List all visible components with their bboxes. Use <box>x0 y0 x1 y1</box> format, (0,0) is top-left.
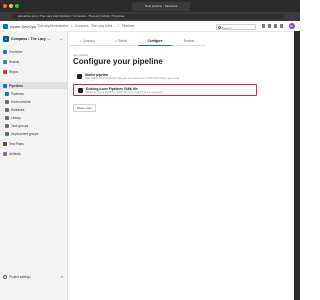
sidebar-item-label: Artifacts <box>9 151 21 156</box>
sidebar-item-pipelines[interactable]: Pipelines <box>0 90 67 97</box>
rocket-icon <box>5 91 9 96</box>
breadcrumb: TheLazyAdministrator / Compass - The Laz… <box>37 24 135 29</box>
wizard-tabs: ✓ Connect ✓ Select Configure Review <box>70 39 206 46</box>
breadcrumb-org[interactable]: TheLazyAdministrator <box>37 24 68 29</box>
boards-icon <box>3 59 7 64</box>
option-description: Select an Azure Pipelines YAML file in a… <box>86 91 164 94</box>
pipelines-icon <box>3 83 7 88</box>
breadcrumb-separator: / <box>117 24 119 28</box>
add-icon[interactable]: + <box>60 37 62 42</box>
window-controls <box>3 4 19 8</box>
sidebar-item-deployment-groups[interactable]: Deployment groups <box>0 130 67 137</box>
yaml-file-icon <box>78 88 83 93</box>
sidebar-item-task-groups[interactable]: Task groups <box>0 122 67 129</box>
header-icons <box>262 24 283 28</box>
sidebar-item-label: Library <box>11 115 21 120</box>
page-title: Configure your pipeline <box>73 57 163 66</box>
browser-titlebar: New pipeline - Pipelines <box>0 0 300 12</box>
sidebar-item-environments[interactable]: Environments <box>0 98 67 105</box>
releases-icon <box>5 107 9 112</box>
sidebar-item-releases[interactable]: Releases <box>0 106 67 113</box>
sidebar-item-label: Pipelines <box>11 91 24 96</box>
pipeline-icon <box>77 74 82 79</box>
search-input[interactable]: Search <box>216 24 256 30</box>
tab-select[interactable]: ✓ Select <box>104 39 138 46</box>
sidebar-item-overview[interactable]: Overview <box>0 48 67 55</box>
project-selector[interactable]: C Compass - The Lazy ... <box>3 36 50 42</box>
overview-icon <box>3 49 7 54</box>
user-settings-icon[interactable] <box>280 24 283 28</box>
tab-configure[interactable]: Configure <box>138 39 172 46</box>
show-more-button[interactable]: Show more <box>73 104 96 112</box>
project-settings-label: Project settings <box>9 275 31 279</box>
sidebar-item-label: Repos <box>9 69 19 74</box>
search-icon <box>218 26 221 29</box>
help-icon[interactable] <box>274 24 277 28</box>
sidebar-item-label: Releases <box>11 107 25 112</box>
right-edge-panel <box>294 31 300 300</box>
project-avatar: C <box>3 36 9 42</box>
sidebar-item-label: Environments <box>11 99 31 104</box>
gear-icon <box>3 275 7 279</box>
sidebar-item-test-plans[interactable]: Test Plans <box>0 140 67 147</box>
sidebar-item-label: Deployment groups <box>11 131 39 136</box>
sidebar-item-label: Pipelines <box>9 83 23 88</box>
environments-icon <box>5 99 9 104</box>
tab-connect[interactable]: ✓ Connect <box>70 39 104 46</box>
sidebar-item-label: Task groups <box>11 123 29 128</box>
azure-devops-logo-icon[interactable] <box>3 24 8 29</box>
search-placeholder: Search <box>222 26 232 30</box>
task-groups-icon <box>5 123 9 128</box>
sidebar-item-pipelines[interactable]: Pipelines <box>0 82 67 89</box>
test-plans-icon <box>3 141 7 146</box>
project-name: Compass - The Lazy ... <box>11 37 50 41</box>
breadcrumb-pipelines[interactable]: Pipelines <box>122 24 135 29</box>
sidebar-item-label: Boards <box>9 59 20 64</box>
collapse-sidebar-icon[interactable]: « <box>61 275 63 279</box>
library-icon <box>5 115 9 120</box>
sidebar-item-label: Test Plans <box>9 141 24 146</box>
sidebar-item-repos[interactable]: Repos <box>0 68 67 75</box>
deployment-groups-icon <box>5 131 9 136</box>
project-settings-link[interactable]: Project settings <box>3 275 31 279</box>
existing-yaml-option[interactable]: Existing Azure Pipelines YAML file Selec… <box>73 84 257 96</box>
sidebar-item-artifacts[interactable]: Artifacts <box>0 150 67 157</box>
close-window-icon[interactable] <box>3 4 7 8</box>
repos-icon <box>3 69 7 74</box>
sidebar-item-library[interactable]: Library <box>0 114 67 121</box>
artifacts-icon <box>3 151 7 156</box>
maximize-window-icon[interactable] <box>15 4 19 8</box>
tab-review[interactable]: Review <box>172 39 206 46</box>
shopping-bag-icon[interactable] <box>268 24 271 28</box>
list-icon[interactable] <box>262 24 265 28</box>
breadcrumb-project[interactable]: Compass - The Lazy Admi... <box>75 24 115 29</box>
browser-tab[interactable]: New pipeline - Pipelines <box>132 2 190 11</box>
option-description: Start with a minimal pipeline that you c… <box>85 77 180 80</box>
starter-pipeline-option[interactable]: Starter pipeline Start with a minimal pi… <box>73 71 257 83</box>
avatar[interactable]: BL <box>289 23 295 29</box>
brand-name[interactable]: Azure DevOps <box>10 24 36 29</box>
address-bar[interactable]: dev.azure.com / The Lazy Administrator /… <box>12 14 284 19</box>
sidebar-item-label: Overview <box>9 49 23 54</box>
app-window: New pipeline - Pipelines dev.azure.com /… <box>0 0 300 300</box>
sidebar-item-boards[interactable]: Boards <box>0 58 67 65</box>
minimize-window-icon[interactable] <box>9 4 13 8</box>
breadcrumb-separator: / <box>71 24 72 28</box>
